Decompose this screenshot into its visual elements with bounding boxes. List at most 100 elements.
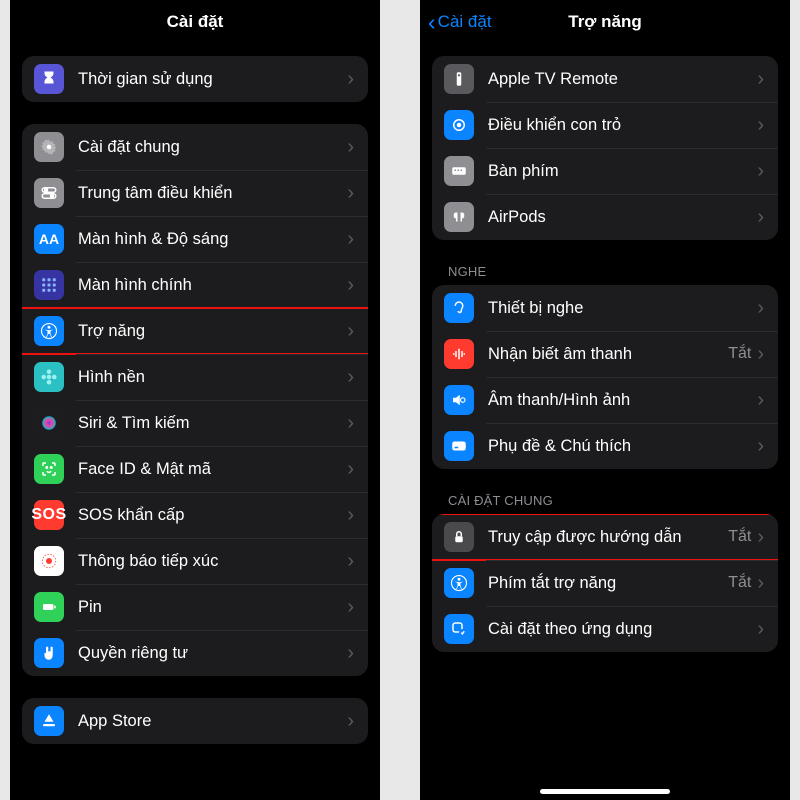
row-label: Cài đặt theo ứng dụng [488,620,757,639]
row-keyboard[interactable]: Bàn phím › [432,148,778,194]
row-label: Phụ đề & Chú thích [488,437,757,456]
row-value: Tắt [728,574,751,592]
row-guided-access[interactable]: Truy cập được hướng dẫn Tắt › [432,514,778,560]
section-header-hearing: NGHE [448,264,762,279]
row-label: Phím tắt trợ năng [488,574,728,593]
row-airpods[interactable]: AirPods › [432,194,778,240]
navbar-accessibility: ‹ Cài đặt Trợ năng [420,0,790,44]
row-label: Thời gian sử dụng [78,70,347,89]
row-wallpaper[interactable]: Hình nền › [22,354,368,400]
row-tv-remote[interactable]: Apple TV Remote › [432,56,778,102]
section-general-access: Truy cập được hướng dẫn Tắt › Phím tắt t… [432,514,778,652]
exposure-icon [34,546,64,576]
chevron-right-icon: › [347,275,354,295]
remote-icon [444,64,474,94]
row-sos[interactable]: SOS SOS khẩn cấp › [22,492,368,538]
section-hearing: Thiết bị nghe › Nhận biết âm thanh Tắt ›… [432,285,778,469]
row-audio-visual[interactable]: Âm thanh/Hình ảnh › [432,377,778,423]
section-physical: Apple TV Remote › Điều khiển con trỏ › B… [432,56,778,240]
chevron-right-icon: › [347,597,354,617]
row-pointer[interactable]: Điều khiển con trỏ › [432,102,778,148]
row-battery[interactable]: Pin › [22,584,368,630]
row-sound-recognition[interactable]: Nhận biết âm thanh Tắt › [432,331,778,377]
phone-settings: Cài đặt Thời gian sử dụng › Cài đặt chun… [10,0,380,800]
row-label: Siri & Tìm kiếm [78,414,347,433]
row-label: Trợ năng [78,322,347,341]
section-screentime: Thời gian sử dụng › [22,56,368,102]
row-control-center[interactable]: Trung tâm điều khiển › [22,170,368,216]
subtitle-icon [444,431,474,461]
row-label: Thiết bị nghe [488,299,757,318]
chevron-right-icon: › [757,69,764,89]
row-shortcut[interactable]: Phím tắt trợ năng Tắt › [432,560,778,606]
ear-icon [444,293,474,323]
row-label: Màn hình & Độ sáng [78,230,347,249]
row-home[interactable]: Màn hình chính › [22,262,368,308]
row-value: Tắt [728,528,751,546]
chevron-right-icon: › [757,436,764,456]
row-accessibility[interactable]: Trợ năng › [22,308,368,354]
chevron-right-icon: › [757,573,764,593]
chevron-right-icon: › [757,161,764,181]
chevron-right-icon: › [347,413,354,433]
row-label: Điều khiển con trỏ [488,116,757,135]
phone-accessibility: ‹ Cài đặt Trợ năng Apple TV Remote › Điề… [420,0,790,800]
keyboard-icon [444,156,474,186]
row-label: Màn hình chính [78,276,347,295]
chevron-right-icon: › [757,115,764,135]
row-label: Trung tâm điều khiển [78,184,347,203]
flower-icon [34,362,64,392]
row-label: Nhận biết âm thanh [488,345,728,364]
home-indicator[interactable] [540,789,670,794]
row-label: Âm thanh/Hình ảnh [488,391,757,410]
row-label: Cài đặt chung [78,138,347,157]
speaker-eye-icon [444,385,474,415]
chevron-right-icon: › [347,459,354,479]
row-hearing-devices[interactable]: Thiết bị nghe › [432,285,778,331]
accessibility-list[interactable]: Apple TV Remote › Điều khiển con trỏ › B… [420,44,790,800]
sos-icon: SOS [34,500,64,530]
chevron-right-icon: › [347,137,354,157]
row-label: Quyền riêng tư [78,644,347,663]
chevron-right-icon: › [347,183,354,203]
row-subtitles[interactable]: Phụ đề & Chú thích › [432,423,778,469]
row-siri[interactable]: Siri & Tìm kiếm › [22,400,368,446]
row-label: Hình nền [78,368,347,387]
pointer-icon [444,110,474,140]
faceid-icon [34,454,64,484]
row-value: Tắt [728,345,751,363]
row-label: Thông báo tiếp xúc [78,552,347,571]
row-label: Pin [78,598,347,617]
back-button[interactable]: ‹ Cài đặt [428,11,492,34]
accessibility-icon [34,316,64,346]
lock-icon [444,522,474,552]
row-label: Face ID & Mật mã [78,460,347,479]
accessibility-icon [444,568,474,598]
row-general[interactable]: Cài đặt chung › [22,124,368,170]
row-faceid[interactable]: Face ID & Mật mã › [22,446,368,492]
chevron-right-icon: › [347,551,354,571]
chevron-right-icon: › [347,711,354,731]
airpods-icon [444,202,474,232]
row-screentime[interactable]: Thời gian sử dụng › [22,56,368,102]
row-label: Apple TV Remote [488,70,757,89]
row-label: AirPods [488,208,757,227]
row-appstore[interactable]: App Store › [22,698,368,744]
chevron-left-icon: ‹ [428,11,436,34]
app-check-icon [444,614,474,644]
chevron-right-icon: › [757,298,764,318]
back-label: Cài đặt [438,12,492,32]
chevron-right-icon: › [757,619,764,639]
row-privacy[interactable]: Quyền riêng tư › [22,630,368,676]
gear-icon [34,132,64,162]
settings-list[interactable]: Thời gian sử dụng › Cài đặt chung › Trun… [10,44,380,800]
row-per-app[interactable]: Cài đặt theo ứng dụng › [432,606,778,652]
row-exposure[interactable]: Thông báo tiếp xúc › [22,538,368,584]
chevron-right-icon: › [757,344,764,364]
row-label: Bàn phím [488,162,757,181]
grid-icon [34,270,64,300]
section-header-general: CÀI ĐẶT CHUNG [448,493,762,508]
siri-icon [34,408,64,438]
row-display[interactable]: AA Màn hình & Độ sáng › [22,216,368,262]
chevron-right-icon: › [757,207,764,227]
